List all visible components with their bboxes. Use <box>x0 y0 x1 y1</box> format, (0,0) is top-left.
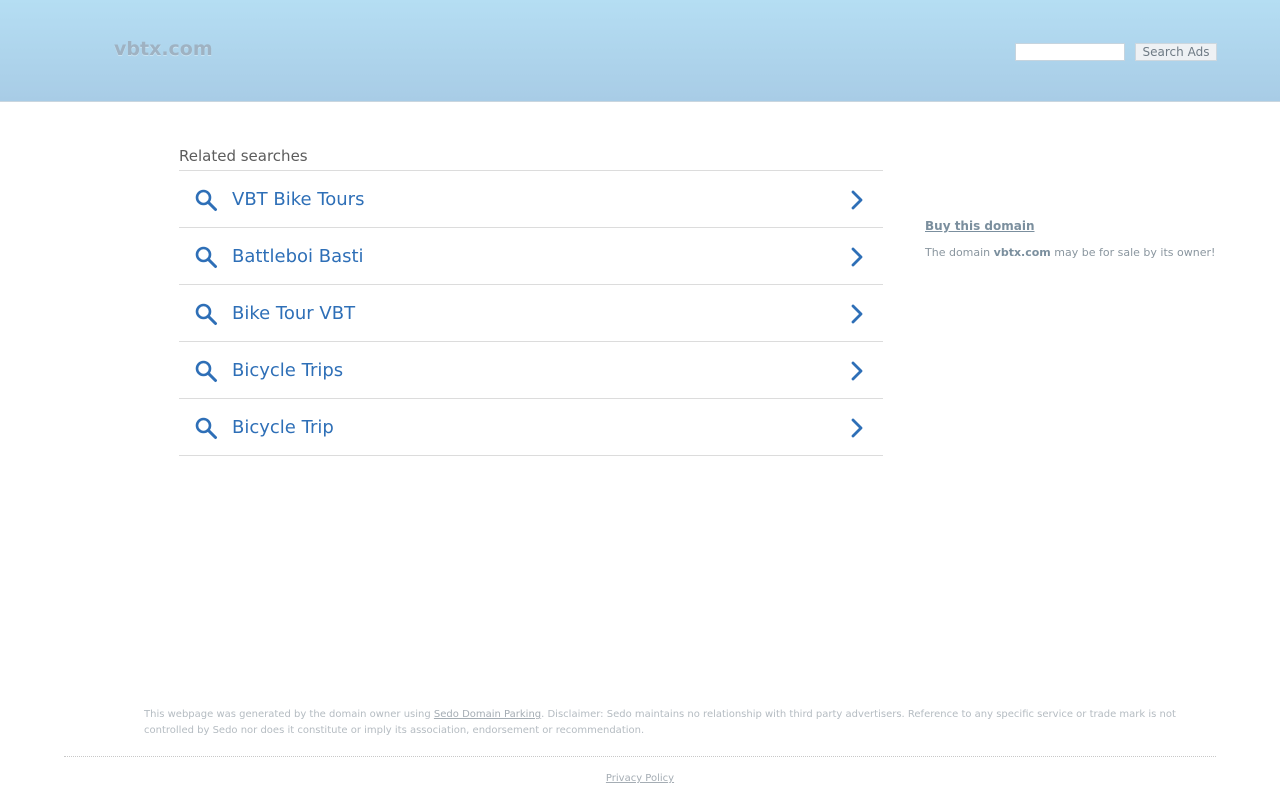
related-search-item[interactable]: Bike Tour VBT <box>179 285 883 342</box>
related-search-label[interactable]: Bicycle Trip <box>232 416 334 440</box>
chevron-right-icon <box>851 361 863 381</box>
chevron-right-icon <box>851 247 863 267</box>
related-search-item[interactable]: Bicycle Trip <box>179 399 883 456</box>
buy-text-prefix: The domain <box>925 246 991 259</box>
related-searches: Related searches VBT Bike Tours Battlebo… <box>179 146 883 456</box>
disclaimer-text: This webpage was generated by the domain… <box>144 707 1184 739</box>
footer-divider <box>64 756 1216 757</box>
buy-domain-text: The domain vbtx.com may be for sale by i… <box>925 246 1225 260</box>
related-search-item[interactable]: Battleboi Basti <box>179 228 883 285</box>
search-icon <box>195 417 217 439</box>
search-icon <box>195 246 217 268</box>
buy-domain-link[interactable]: Buy this domain <box>925 218 1225 234</box>
privacy-footer: Privacy Policy <box>0 772 1280 786</box>
buy-domain-box: Buy this domain The domain vbtx.com may … <box>925 218 1225 260</box>
header-bar: vbtx.com Search Ads <box>0 0 1280 102</box>
search-input[interactable] <box>1015 43 1125 61</box>
buy-text-suffix: may be for sale by its owner! <box>1054 246 1216 259</box>
related-searches-title: Related searches <box>179 146 883 171</box>
chevron-right-icon <box>851 190 863 210</box>
chevron-right-icon <box>851 304 863 324</box>
related-search-label[interactable]: Bike Tour VBT <box>232 302 355 326</box>
sedo-parking-link[interactable]: Sedo Domain Parking <box>434 709 541 720</box>
chevron-right-icon <box>851 418 863 438</box>
privacy-policy-link[interactable]: Privacy Policy <box>606 773 674 784</box>
search-icon <box>195 189 217 211</box>
disclaimer-prefix: This webpage was generated by the domain… <box>144 709 431 720</box>
related-search-item[interactable]: VBT Bike Tours <box>179 171 883 228</box>
search-ads-button[interactable]: Search Ads <box>1135 43 1217 61</box>
related-search-label[interactable]: VBT Bike Tours <box>232 188 364 212</box>
site-logo[interactable]: vbtx.com <box>114 38 213 60</box>
search-icon <box>195 360 217 382</box>
related-search-label[interactable]: Battleboi Basti <box>232 245 364 269</box>
buy-text-domain: vbtx.com <box>993 246 1051 259</box>
related-search-item[interactable]: Bicycle Trips <box>179 342 883 399</box>
related-search-label[interactable]: Bicycle Trips <box>232 359 343 383</box>
search-icon <box>195 303 217 325</box>
